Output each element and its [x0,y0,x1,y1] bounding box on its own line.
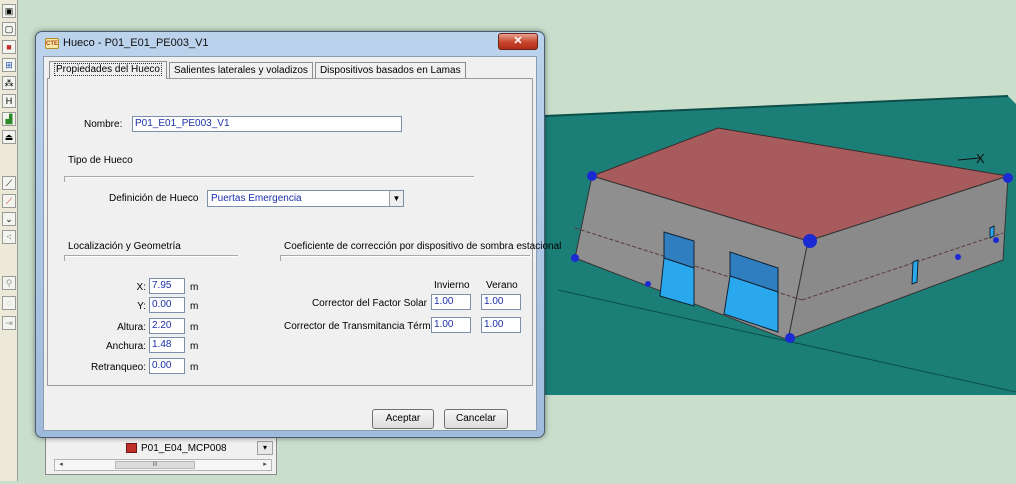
scroll-right-icon[interactable]: ▸ [259,460,271,470]
y-input[interactable]: 0.00 [149,297,185,313]
corrector-solar-invierno-input[interactable]: 1.00 [431,294,471,310]
node-marker [803,234,817,248]
close-button[interactable]: ✕ [498,33,538,50]
node-marker [1003,173,1013,183]
polygon-node-icon[interactable]: ⁖ [2,230,16,244]
y-unit: m [190,301,199,312]
list-item[interactable]: P01_E04_MCP008 [126,441,266,455]
y-label: Y: [137,301,146,312]
select-window-icon[interactable]: ▣ [2,4,16,18]
roof-icon[interactable]: ⏏ [2,130,16,144]
arrow-right-icon[interactable]: ⇥ [2,316,16,330]
list-item-label: P01_E04_MCP008 [141,442,227,454]
altura-input[interactable]: 2.20 [149,318,185,334]
aceptar-button[interactable]: Aceptar [372,409,434,429]
wall-red-icon[interactable]: ■ [2,40,16,54]
chevron-down-icon[interactable]: ▼ [389,191,403,206]
lasso-icon[interactable]: ◌ [2,296,16,310]
corrector-transmitancia-invierno-input[interactable]: 1.00 [431,317,471,333]
hueco-dialog: CTE Hueco - P01_E01_PE003_V1 ✕ Propiedad… [35,31,561,438]
node-marker [785,333,795,343]
anchura-input[interactable]: 1.48 [149,337,185,353]
corrector-solar-verano-input[interactable]: 1.00 [481,294,521,310]
tab-dispositivos-lamas[interactable]: Dispositivos basados en Lamas [314,62,466,79]
divider-tick [64,176,65,182]
line-diagonal-icon[interactable]: ⟋ [2,176,16,190]
node-marker [955,254,961,260]
window-side-corner [989,225,995,239]
scroll-left-icon[interactable]: ◂ [55,460,67,470]
corrector-transmitancia-verano-input[interactable]: 1.00 [481,317,521,333]
dialog-body: Propiedades del Hueco Salientes laterale… [43,56,561,431]
altura-unit: m [190,322,199,333]
retranqueo-input[interactable]: 0.00 [149,358,185,374]
close-icon: ✕ [513,35,523,47]
divider [280,255,530,257]
grid-window-icon[interactable]: ⊞ [2,58,16,72]
cte-app-icon: CTE [45,38,59,49]
x-unit: m [190,282,199,293]
sparkle-icon[interactable]: ⁂ [2,76,16,90]
divider [64,176,474,178]
node-marker [571,254,579,262]
polyline-icon[interactable]: ⌄ [2,212,16,226]
tab-salientes[interactable]: Salientes laterales y voladizos [168,62,313,79]
verano-label: Verano [486,280,518,291]
localizacion-heading: Localización y Geometría [68,241,181,252]
line-red-icon[interactable]: ⟋ [2,194,16,208]
nombre-label: Nombre: [84,119,123,130]
x-label: X: [136,282,146,293]
node-marker [645,281,651,287]
tab-page-propiedades: Nombre: P01_E01_PE003_V1 Tipo de Hueco D… [47,78,561,386]
divider-tick [64,255,65,261]
scroll-thumb[interactable]: III [115,461,195,469]
definicion-select[interactable]: Puertas Emergencia ▼ [207,190,404,207]
node-marker [587,171,597,181]
person-icon[interactable]: ⚲ [2,276,16,290]
tab-strip: Propiedades del Hueco Salientes laterale… [49,61,468,79]
x-input[interactable]: 7.95 [149,278,185,294]
tipo-hueco-heading: Tipo de Hueco [68,155,133,166]
divider-tick [280,255,281,261]
divider [64,255,238,257]
corrector-transmitancia-label: Corrector de Transmitancia Térmica [284,321,444,332]
dialog-title: Hueco - P01_E01_PE003_V1 [63,37,209,49]
anchura-unit: m [190,341,199,352]
retranqueo-label: Retranqueo: [90,362,146,373]
title-bar[interactable]: CTE Hueco - P01_E01_PE003_V1 ✕ [36,32,544,55]
anchura-label: Anchura: [105,341,146,352]
tool-palette: ▣ ▢ ■ ⊞ ⁂ H ▟ ⏏ ⟋ ⟋ ⌄ ⁖ ⚲ ◌ ⇥ [0,0,18,481]
tab-propiedades[interactable]: Propiedades del Hueco [49,61,167,79]
altura-label: Altura: [117,322,146,333]
nombre-input[interactable]: P01_E01_PE003_V1 [132,116,402,132]
shade-green-icon[interactable]: ▟ [2,112,16,126]
window-icon[interactable]: ▢ [2,22,16,36]
columns-icon[interactable]: H [2,94,16,108]
definicion-label: Definición de Hueco [109,193,199,204]
definicion-value: Puertas Emergencia [211,193,302,204]
chevron-down-icon[interactable]: ▾ [257,441,273,455]
wall-red-icon [126,443,137,453]
coeficiente-heading: Coeficiente de corrección por dispositiv… [284,241,562,252]
horizontal-scrollbar[interactable]: ◂ III ▸ [54,459,272,471]
corrector-solar-label: Corrector del Factor Solar [311,298,427,309]
cancelar-button[interactable]: Cancelar [444,409,508,429]
window-side-small [911,259,919,285]
node-marker [993,237,999,243]
invierno-label: Invierno [434,280,470,291]
retranqueo-unit: m [190,362,199,373]
